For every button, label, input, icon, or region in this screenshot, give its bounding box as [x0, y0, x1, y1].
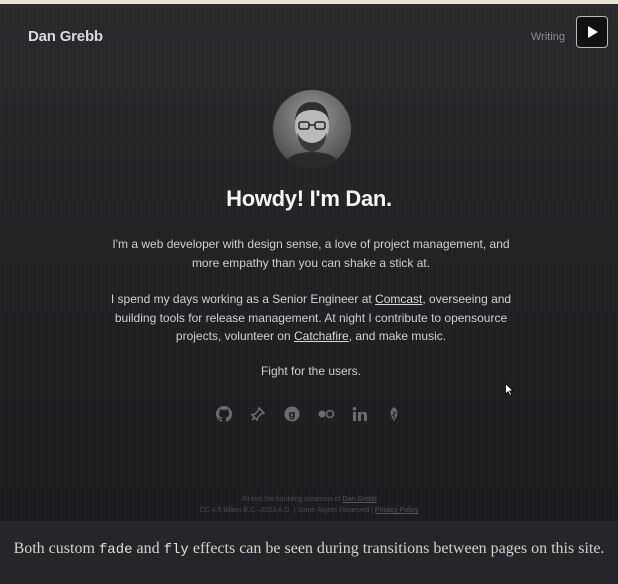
flickr-icon[interactable]	[317, 405, 335, 423]
social-links: g	[0, 405, 618, 423]
goodreads-icon[interactable]: g	[283, 405, 301, 423]
mouse-cursor-icon	[505, 383, 514, 396]
svg-text:g: g	[288, 410, 295, 421]
caption-text-2: and	[132, 540, 164, 557]
play-button[interactable]	[576, 16, 608, 48]
site-preview: Dan Grebb Writing Howdy! I'm Dan. I'm a …	[0, 4, 618, 521]
footer-line-1: All text the fumbling creations of Dan G…	[0, 494, 618, 505]
intro-paragraph: I'm a web developer with design sense, a…	[112, 237, 510, 270]
catchafire-link[interactable]: Catchafire	[294, 329, 349, 343]
motto: Fight for the users.	[260, 364, 362, 378]
work-text-1: I spend my days working as a Senior Engi…	[110, 292, 376, 306]
caption-text-1: Both custom	[13, 540, 99, 557]
footer-prefix: All text the fumbling creations of	[241, 496, 343, 503]
page-title: Howdy! I'm Dan.	[226, 186, 392, 211]
comcast-link[interactable]: Comcast	[375, 292, 422, 306]
privacy-policy-link[interactable]: Privacy Policy	[375, 507, 419, 514]
site-brand[interactable]: Dan Grebb	[28, 28, 103, 45]
caption-fade-code: fade	[98, 542, 133, 558]
play-icon	[588, 26, 598, 38]
caption-fly-code: fly	[163, 542, 189, 558]
pin-icon[interactable]	[249, 405, 267, 423]
github-icon[interactable]	[215, 405, 233, 423]
site-footer: All text the fumbling creations of Dan G…	[0, 494, 618, 516]
avatar	[273, 90, 351, 168]
footer-license: CC 4.5 billion B.C.–2023 A.D. | Some Rig…	[199, 507, 375, 514]
work-paragraph: I spend my days working as a Senior Engi…	[109, 290, 513, 346]
leaf-icon[interactable]	[385, 405, 403, 423]
linkedin-icon[interactable]	[351, 405, 369, 423]
work-text-3: , and make music.	[348, 329, 447, 343]
nav-writing-link[interactable]: Writing	[531, 31, 565, 43]
caption: Both custom fade and fly effects can be …	[0, 521, 618, 584]
avatar-portrait	[281, 102, 343, 168]
caption-text-3: effects can be seen during transitions b…	[188, 540, 605, 557]
footer-line-2: CC 4.5 billion B.C.–2023 A.D. | Some Rig…	[0, 505, 618, 516]
footer-author-link[interactable]: Dan Grebb	[342, 496, 376, 503]
